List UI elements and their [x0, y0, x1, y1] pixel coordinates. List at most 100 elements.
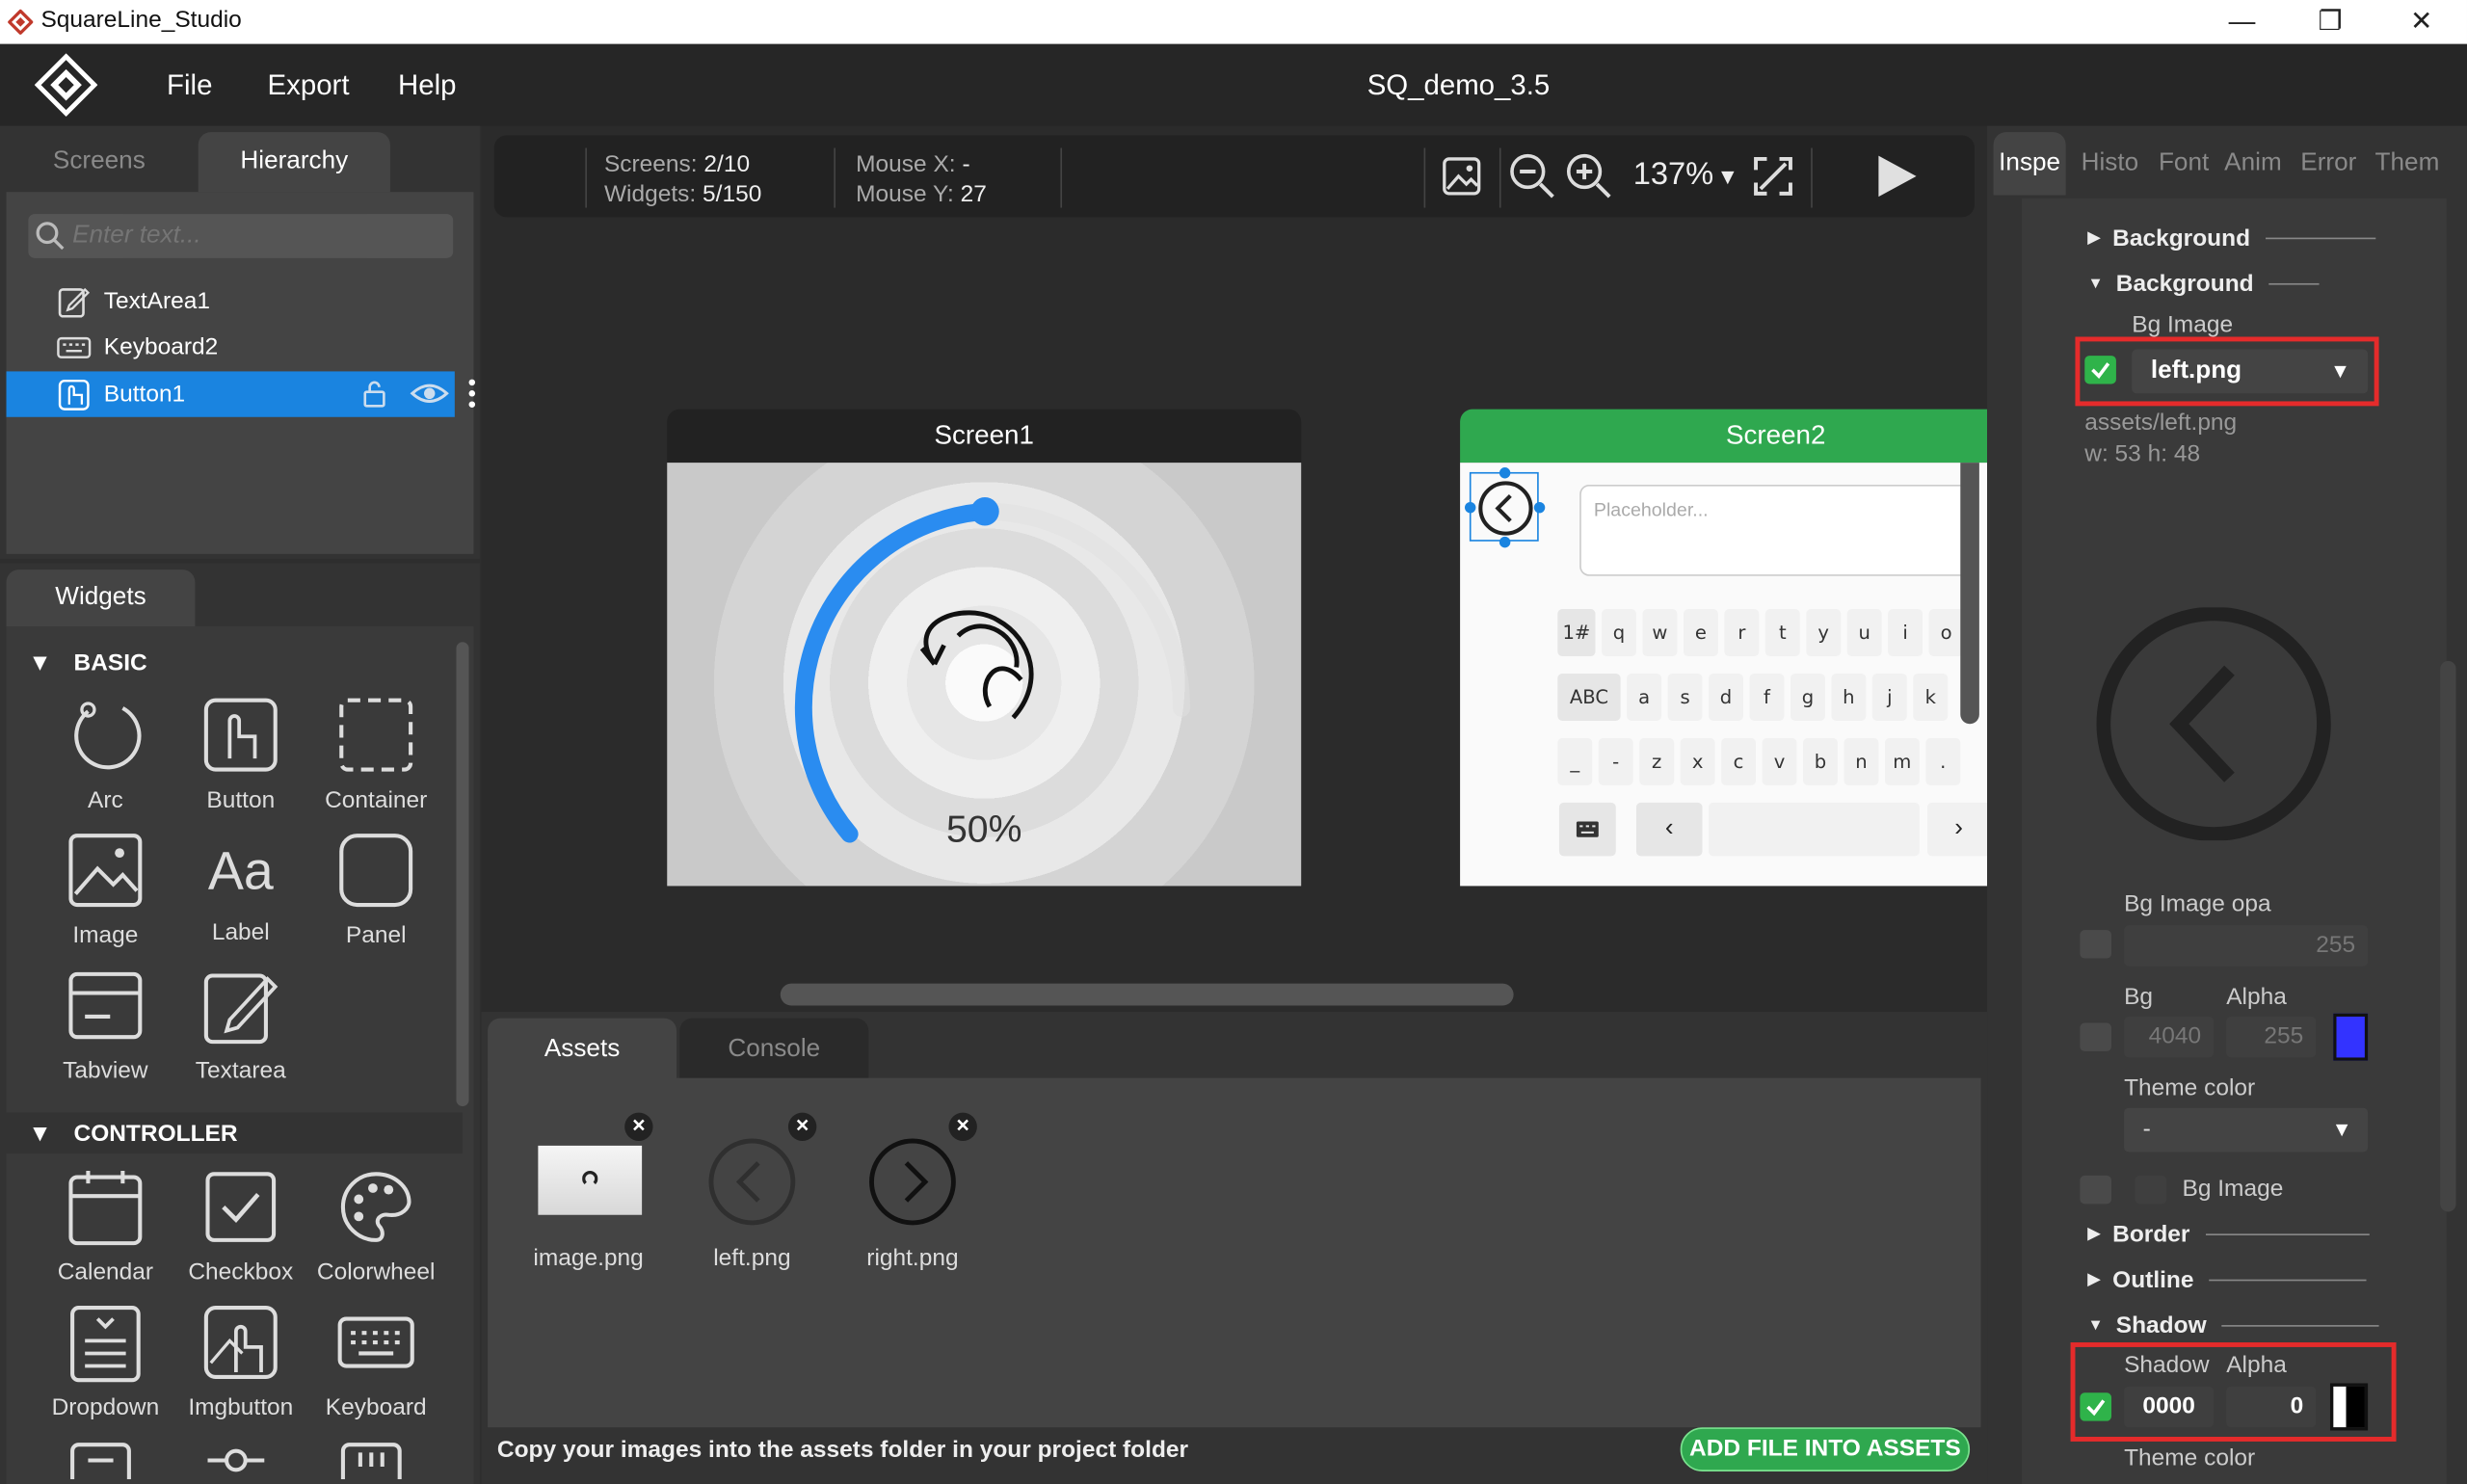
key-g[interactable]: g — [1790, 673, 1825, 721]
shadow-checkbox[interactable] — [2080, 1392, 2112, 1421]
remove-asset-icon[interactable]: ✕ — [624, 1112, 653, 1141]
section-border[interactable]: ▶ Border — [2088, 1221, 2370, 1248]
shadow-color-swatch[interactable] — [2329, 1383, 2369, 1431]
key-t[interactable]: t — [1764, 609, 1800, 656]
textarea1[interactable]: Placeholder... — [1579, 484, 1974, 576]
key-a[interactable]: a — [1627, 673, 1662, 721]
maximize-button[interactable]: ❐ — [2294, 0, 2366, 44]
zoom-out-icon[interactable] — [1507, 151, 1557, 201]
key-h[interactable]: h — [1831, 673, 1867, 721]
zoom-dropdown[interactable]: 137% ▼ — [1633, 157, 1738, 194]
play-icon[interactable] — [1872, 152, 1920, 199]
section-background-expanded[interactable]: ▼ Background — [2088, 271, 2321, 298]
bg-color-field[interactable]: 4040 — [2124, 1016, 2215, 1058]
key-m[interactable]: m — [1884, 737, 1920, 785]
key-r[interactable]: r — [1724, 609, 1760, 656]
screen2-scrollbar[interactable] — [1960, 463, 1979, 725]
bg-alpha-field[interactable]: 255 — [2226, 1016, 2317, 1058]
key-symbol[interactable]: . — [1925, 737, 1961, 785]
section-outline[interactable]: ▶ Outline — [2088, 1267, 2368, 1293]
key-keyboard-toggle[interactable] — [1558, 802, 1616, 857]
hierarchy-item-button1[interactable]: Button1 — [6, 371, 476, 417]
key-f[interactable]: f — [1749, 673, 1785, 721]
widget-imgbutton[interactable]: Imgbutton — [173, 1303, 308, 1421]
widget-colorwheel[interactable]: Colorwheel — [308, 1168, 443, 1285]
screen1-canvas[interactable]: 50% — [667, 463, 1302, 887]
widget-button[interactable]: Button — [173, 696, 308, 813]
widget-tabview[interactable]: Tabview — [38, 967, 172, 1084]
canvas-hscrollbar[interactable] — [780, 983, 1514, 1006]
minimize-button[interactable]: — — [2206, 0, 2278, 44]
key-n[interactable]: n — [1844, 737, 1879, 785]
widget-image[interactable]: Image — [38, 831, 172, 949]
asset-image-png[interactable]: image.png ✕ — [525, 1112, 653, 1276]
widget-label[interactable]: Aa Label — [173, 831, 308, 946]
widget-checkbox[interactable]: Checkbox — [173, 1168, 308, 1285]
key-v[interactable]: v — [1762, 737, 1797, 785]
bg-image-2-checkbox[interactable] — [2080, 1175, 2112, 1205]
widget-textarea[interactable]: Textarea — [173, 967, 308, 1084]
asset-right-png[interactable]: right.png ✕ — [850, 1112, 977, 1276]
inspector-tab-error[interactable]: Error — [2293, 132, 2365, 195]
screen2-canvas[interactable]: Placeholder... 1# q w e r t y u i o ABC a s d f g h j k _ - z… — [1460, 463, 1988, 887]
key-space[interactable] — [1709, 802, 1920, 857]
shadow-color-field[interactable]: 0000 — [2124, 1386, 2215, 1428]
section-shadow[interactable]: ▼ Shadow — [2088, 1312, 2380, 1339]
hierarchy-item-textarea1[interactable]: TextArea1 — [7, 278, 455, 324]
key-symbol[interactable]: _ — [1557, 737, 1593, 785]
inspector-tab-anim[interactable]: Anim — [2216, 132, 2289, 195]
section-basic[interactable]: ▼ BASIC — [7, 642, 463, 682]
widget-arc[interactable]: Arc — [38, 696, 172, 813]
key-1[interactable]: 1# — [1557, 609, 1596, 656]
key-k[interactable]: k — [1913, 673, 1949, 721]
more-options-icon[interactable] — [465, 378, 478, 410]
widget-dropdown[interactable]: Dropdown — [38, 1303, 172, 1421]
key-ABC[interactable]: ABC — [1557, 673, 1621, 721]
bg-image-2-swatch[interactable] — [2135, 1175, 2167, 1205]
bg-color-checkbox[interactable] — [2080, 1022, 2112, 1051]
key-left[interactable]: ‹ — [1635, 802, 1703, 857]
widgets-scrollbar[interactable] — [456, 642, 469, 1107]
key-o[interactable]: o — [1928, 609, 1964, 656]
tab-hierarchy[interactable]: Hierarchy — [198, 132, 390, 193]
key-j[interactable]: j — [1871, 673, 1907, 721]
tab-assets[interactable]: Assets — [488, 1018, 677, 1081]
screen2-tab[interactable]: Screen2 — [1460, 409, 1988, 464]
bg-image-opa-checkbox[interactable] — [2080, 930, 2112, 959]
bg-image-dropdown[interactable]: left.png ▼ — [2132, 349, 2369, 394]
inspector-tab-histo[interactable]: Histo — [2069, 132, 2151, 195]
tab-widgets[interactable]: Widgets — [6, 570, 196, 626]
bg-image-opa-field[interactable]: 255 — [2124, 925, 2369, 967]
button1-selection[interactable] — [1464, 467, 1546, 548]
background-image-icon[interactable] — [1440, 154, 1484, 199]
key-w[interactable]: w — [1642, 609, 1678, 656]
section-controller[interactable]: ▼ CONTROLLER — [6, 1112, 463, 1154]
tab-screens[interactable]: Screens — [7, 132, 193, 192]
key-s[interactable]: s — [1667, 673, 1703, 721]
asset-left-png[interactable]: left.png ✕ — [689, 1112, 817, 1276]
zoom-in-icon[interactable] — [1564, 151, 1614, 201]
screen1-tab[interactable]: Screen1 — [667, 409, 1302, 464]
tab-console[interactable]: Console — [679, 1018, 869, 1081]
add-file-button[interactable]: ADD FILE INTO ASSETS — [1680, 1427, 1971, 1471]
key-e[interactable]: e — [1683, 609, 1718, 656]
key-q[interactable]: q — [1602, 609, 1636, 656]
widget-container[interactable]: Container — [308, 696, 443, 813]
bg-image-checkbox[interactable] — [2084, 356, 2116, 384]
key-c[interactable]: c — [1721, 737, 1757, 785]
key-u[interactable]: u — [1846, 609, 1882, 656]
shadow-alpha-field[interactable]: 0 — [2226, 1386, 2317, 1428]
remove-asset-icon[interactable]: ✕ — [948, 1112, 977, 1141]
key-i[interactable]: i — [1888, 609, 1923, 656]
inspector-tab-them[interactable]: Them — [2368, 132, 2447, 195]
close-button[interactable]: ✕ — [2385, 0, 2457, 44]
remove-asset-icon[interactable]: ✕ — [787, 1112, 817, 1141]
inspector-tab-font[interactable]: Font — [2154, 132, 2214, 195]
key-symbol[interactable]: - — [1598, 737, 1633, 785]
lock-icon[interactable] — [358, 378, 390, 410]
key-y[interactable]: y — [1806, 609, 1842, 656]
widget-panel[interactable]: Panel — [308, 831, 443, 949]
inspector-scrollbar[interactable] — [2440, 660, 2456, 1212]
eye-icon[interactable] — [409, 378, 449, 410]
search-input[interactable] — [72, 217, 442, 255]
